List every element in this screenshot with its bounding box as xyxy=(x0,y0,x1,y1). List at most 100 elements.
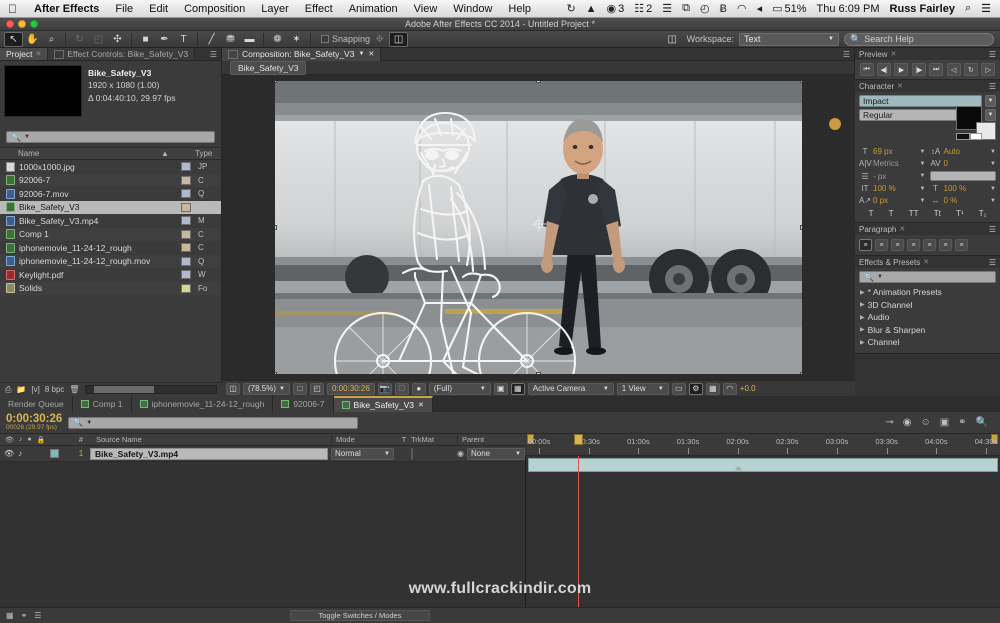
audio-icon[interactable]: ♪ xyxy=(18,449,22,458)
chevron-down-icon[interactable]: ▼ xyxy=(920,198,926,204)
chart-icon[interactable]: ☷ 2 xyxy=(629,2,657,16)
loop-button[interactable]: ↻ xyxy=(963,63,978,76)
menu-item-edit[interactable]: Edit xyxy=(141,3,176,15)
keyframe-marker-icon[interactable] xyxy=(734,466,742,472)
motion-blur-icon[interactable]: ⚭ xyxy=(958,417,966,428)
bit-depth-label[interactable]: 8 bpc xyxy=(45,385,65,394)
label-color-swatch[interactable] xyxy=(181,270,191,280)
source-name-header[interactable]: Source Name xyxy=(90,435,331,444)
menu-bar-user[interactable]: Russ Fairley xyxy=(885,3,960,15)
show-snapshot-icon[interactable]: ⚀ xyxy=(394,382,409,395)
close-icon[interactable]: ✕ xyxy=(899,225,905,233)
character-style-button-1[interactable]: T xyxy=(889,209,894,218)
list-item[interactable]: 1000x1000.jpg JP xyxy=(0,160,221,174)
spotlight-search-icon[interactable]: ⌕ xyxy=(960,2,976,15)
tsume-value[interactable]: 0 % xyxy=(944,196,989,205)
first-frame-button[interactable]: ⏮ xyxy=(859,63,874,76)
roto-brush-tool[interactable]: ❁ xyxy=(268,32,287,47)
snapping-toggle[interactable]: Snapping xyxy=(321,34,370,44)
label-color-swatch[interactable] xyxy=(181,162,191,172)
ram-preview-button[interactable]: ▷ xyxy=(981,63,996,76)
audio-toggle-button[interactable]: ◁ xyxy=(946,63,961,76)
selection-handle-bl[interactable] xyxy=(275,372,277,374)
stroke-style-control[interactable] xyxy=(929,171,996,181)
list-item[interactable]: ▶ Blur & Sharpen xyxy=(855,324,1000,337)
list-item[interactable]: Bike_Safety_V3.mp4 M xyxy=(0,214,221,228)
character-style-button-0[interactable]: T xyxy=(869,209,874,218)
chevron-down-icon[interactable]: ▼ xyxy=(990,149,996,155)
title-action-safe-icon[interactable]: ▣ xyxy=(493,382,508,395)
horizontal-scale-control[interactable]: T 100 % ▼ xyxy=(930,184,996,193)
list-item[interactable]: ▶ Audio xyxy=(855,311,1000,324)
character-style-button-2[interactable]: TT xyxy=(909,209,919,218)
show-channel-icon[interactable]: ● xyxy=(411,382,426,395)
align-right-button[interactable]: ≡ xyxy=(891,239,904,251)
close-icon[interactable]: ✕ xyxy=(923,258,929,266)
menu-item-after-effects[interactable]: After Effects xyxy=(26,3,107,15)
tab-iphonemovie-11-24-12-rough[interactable]: iphonemovie_11-24-12_rough xyxy=(131,396,274,412)
label-color-swatch[interactable] xyxy=(181,202,191,212)
menu-item-file[interactable]: File xyxy=(107,3,141,15)
timemachine-icon[interactable]: ◴ xyxy=(695,2,715,15)
font-size-value[interactable]: 69 px xyxy=(873,147,918,156)
list-item[interactable]: iphonemovie_11-24-12_rough C xyxy=(0,241,221,255)
current-time-display[interactable]: 0:00:30:26 00026 (29.97 fps) xyxy=(6,413,62,432)
mask-toggle-icon[interactable]: ◰ xyxy=(309,382,324,395)
chevron-down-icon[interactable]: ▼ xyxy=(920,186,926,192)
zoom-level-dropdown[interactable]: (78.5%) ▼ xyxy=(243,382,290,395)
leading-value[interactable]: Auto xyxy=(944,147,989,156)
grid-guides-icon[interactable]: ◫ xyxy=(389,31,409,47)
graph-editor-icon[interactable]: ☰ xyxy=(34,611,41,620)
kerning-control[interactable]: A|V Metrics ▼ xyxy=(859,159,926,168)
chevron-down-icon[interactable]: ▼ xyxy=(990,198,996,204)
draft-3d-icon[interactable]: ◉ xyxy=(903,417,912,428)
eye-icon[interactable]: 👁 xyxy=(4,449,14,458)
new-composition-icon[interactable]: ⎙ xyxy=(5,385,11,395)
frame-blending-icon[interactable]: ▣ xyxy=(940,417,949,428)
panel-menu-icon[interactable]: ☰ xyxy=(839,50,854,59)
notification-center-icon[interactable]: ☰ xyxy=(976,2,996,15)
tab-render-queue[interactable]: Render Queue xyxy=(0,396,73,412)
resolution-dropdown[interactable]: (Full) ▼ xyxy=(428,382,491,395)
trkmat-header[interactable]: TrkMat xyxy=(411,435,457,444)
align-center-button[interactable]: ≡ xyxy=(875,239,888,251)
pen-tool[interactable]: ✒ xyxy=(155,32,174,47)
timeline-ruler[interactable]: 00:00s 00:30s 01:00s 01:30s 02:00s 02:30s 03:0… xyxy=(525,434,1000,456)
selection-handle-br[interactable] xyxy=(800,372,802,374)
menu-bar-clock[interactable]: Thu 6:09 PM xyxy=(812,3,885,15)
list-item[interactable]: 92006-7 C xyxy=(0,173,221,187)
effects-search-input[interactable]: 🔍 ▼ xyxy=(859,271,996,283)
pickwhip-icon[interactable]: ◉ xyxy=(457,449,464,458)
type-tool[interactable]: T xyxy=(174,32,193,47)
chevron-down-icon[interactable]: ▼ xyxy=(920,149,926,155)
fill-stroke-swatches[interactable] xyxy=(956,106,996,140)
hand-tool[interactable]: ✋ xyxy=(23,32,42,47)
selection-handle-tc[interactable] xyxy=(536,81,541,83)
horizontal-scale-value[interactable]: 100 % xyxy=(944,184,989,193)
timeline-search-input[interactable]: 🔍 ▼ xyxy=(68,416,359,429)
label-color-swatch[interactable] xyxy=(181,243,191,253)
layer-mode-dropdown[interactable]: Normal ▼ xyxy=(331,447,394,460)
clone-stamp-tool[interactable]: ⛃ xyxy=(221,32,240,47)
tsume-control[interactable]: ↔ 0 % ▼ xyxy=(930,196,997,205)
snapshot-camera-icon[interactable]: 📷 xyxy=(377,382,392,395)
table-row[interactable]: 👁 ♪ 1 Bike_Safety_V3.mp4 Normal ▼ ◉ None… xyxy=(0,446,525,462)
stroke-style-field[interactable] xyxy=(929,171,996,181)
layer-parent-dropdown[interactable]: None ▼ xyxy=(466,447,525,460)
selection-handle-bc[interactable] xyxy=(536,372,541,374)
graph-editor-icon[interactable]: 🔍 xyxy=(976,417,988,428)
apple-icon[interactable]:  xyxy=(0,3,26,15)
list-item[interactable]: Keylight.pdf W xyxy=(0,268,221,282)
bluetooth-icon[interactable]: Ƀ xyxy=(715,3,732,15)
list-item[interactable]: Bike_Safety_V3 C xyxy=(0,200,221,214)
label-color-swatch[interactable] xyxy=(181,216,191,226)
panel-menu-icon[interactable]: ☰ xyxy=(989,258,996,267)
equalizer-icon[interactable]: ☰ xyxy=(657,2,677,15)
puppet-pin-tool[interactable]: ✶ xyxy=(287,32,306,47)
motion-blur-icon[interactable]: ⚭ xyxy=(21,611,28,620)
selection-handle-ml[interactable] xyxy=(275,225,277,230)
list-item[interactable]: ▶ 3D Channel xyxy=(855,299,1000,312)
black-swatch[interactable] xyxy=(956,133,970,140)
layer-switches[interactable]: 👁 ♪ xyxy=(0,449,72,458)
sync-icon[interactable]: ↻ xyxy=(561,2,580,15)
